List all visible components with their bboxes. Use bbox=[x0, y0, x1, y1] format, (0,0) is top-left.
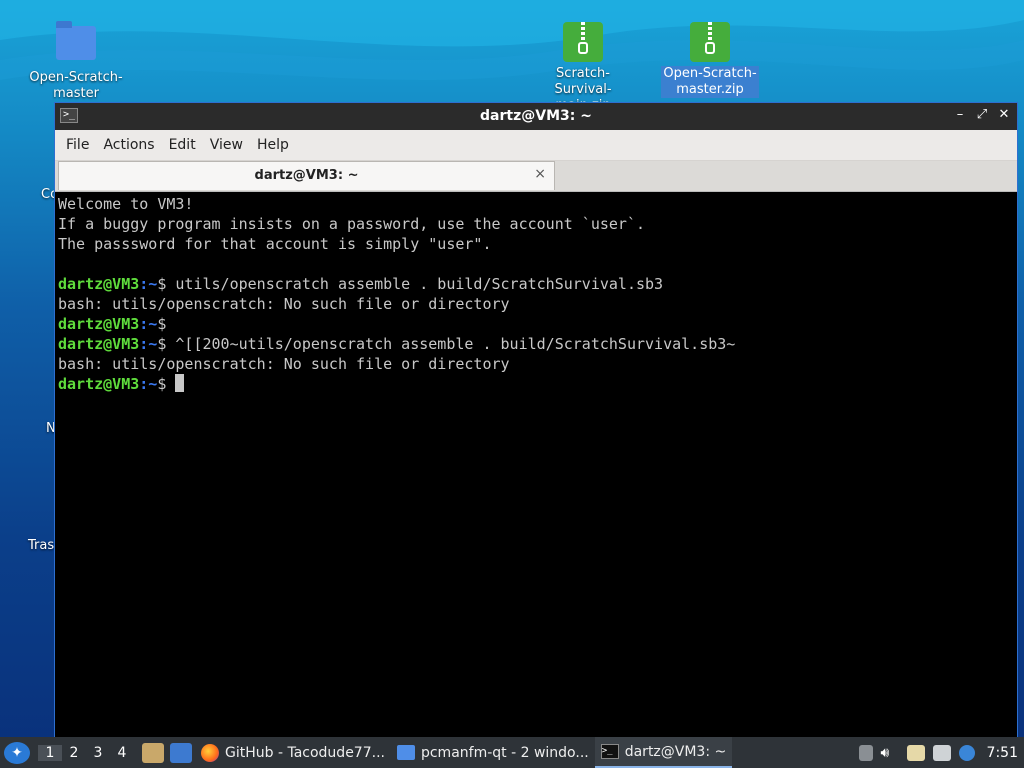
prompt-path: :~ bbox=[139, 275, 158, 293]
command-text: ^[[200~utils/openscratch assemble . buil… bbox=[175, 335, 736, 353]
prompt-path: :~ bbox=[139, 315, 158, 333]
terminal-prompt-line: dartz@VM3:~$ bbox=[58, 314, 1015, 334]
maximize-icon[interactable]: ⤢ bbox=[975, 107, 989, 122]
terminal-output-line: If a buggy program insists on a password… bbox=[58, 215, 645, 233]
terminal-output-line: Welcome to VM3! bbox=[58, 195, 194, 213]
terminal-output-line: bash: utils/openscratch: No such file or… bbox=[58, 355, 510, 373]
system-tray: 🔊︎ 7:51 bbox=[858, 744, 1024, 761]
task-label: GitHub - Tacodude77... bbox=[225, 744, 385, 761]
terminal-prompt-line: dartz@VM3:~$ ^[[200~utils/openscratch as… bbox=[58, 334, 1015, 354]
zip-archive-icon bbox=[563, 22, 603, 62]
prompt-user: dartz@VM3 bbox=[58, 315, 140, 333]
workspace-1[interactable]: 1 bbox=[38, 744, 62, 761]
terminal-output-line: bash: utils/openscratch: No such file or… bbox=[58, 295, 510, 313]
terminal-output-line: The passsword for that account is simply… bbox=[58, 235, 492, 253]
terminal-window[interactable]: >_ dartz@VM3: ~ – ⤢ ✕ File Actions Edit … bbox=[55, 103, 1017, 737]
menu-view[interactable]: View bbox=[203, 137, 250, 153]
menu-actions[interactable]: Actions bbox=[96, 137, 161, 153]
task-file-manager[interactable]: pcmanfm-qt - 2 windo... bbox=[391, 737, 595, 768]
start-menu-icon[interactable]: ✦ bbox=[4, 741, 30, 764]
prompt-path: :~ bbox=[139, 375, 158, 393]
menu-help[interactable]: Help bbox=[250, 137, 296, 153]
close-icon[interactable]: ✕ bbox=[997, 107, 1011, 122]
clock[interactable]: 7:51 bbox=[987, 745, 1018, 761]
desktop-icon-label: Open-Scratch- bbox=[663, 66, 757, 81]
menu-bar: File Actions Edit View Help bbox=[55, 130, 1017, 161]
desktop-icon-label: Open-Scratch- bbox=[29, 70, 123, 85]
zip-archive-icon bbox=[690, 22, 730, 62]
desktop-icon-zip-survival[interactable]: Scratch-Survival-main.zip bbox=[528, 22, 638, 114]
taskbar: ✦ 1 2 3 4 GitHub - Tacodude77... pcmanfm… bbox=[0, 737, 1024, 768]
prompt-symbol: $ bbox=[157, 315, 176, 333]
scroll-up-icon[interactable] bbox=[858, 744, 873, 761]
file-manager-launcher-icon[interactable] bbox=[142, 742, 164, 763]
command-text: utils/openscratch assemble . build/Scrat… bbox=[175, 275, 664, 293]
desktop-icon-label-line2: master bbox=[53, 86, 99, 101]
prompt-symbol: $ bbox=[157, 275, 176, 293]
menu-edit[interactable]: Edit bbox=[162, 137, 203, 153]
desktop-icon-label: Scratch-Survival- bbox=[554, 66, 612, 97]
workspace-2[interactable]: 2 bbox=[62, 745, 86, 761]
terminal-icon: >_ bbox=[600, 744, 619, 759]
window-title: dartz@VM3: ~ bbox=[480, 108, 592, 124]
task-terminal[interactable]: >_ dartz@VM3: ~ bbox=[594, 737, 733, 768]
show-desktop-icon[interactable] bbox=[170, 742, 192, 763]
prompt-user: dartz@VM3 bbox=[58, 335, 140, 353]
desktop-wallpaper-wave bbox=[0, 0, 1024, 80]
clipboard-icon[interactable] bbox=[906, 744, 925, 761]
terminal-prompt-line: dartz@VM3:~$ utils/openscratch assemble … bbox=[58, 274, 1015, 294]
desktop-icon-folder[interactable]: Open-Scratch-master bbox=[21, 21, 131, 102]
text-cursor bbox=[175, 374, 185, 392]
desktop-icon-zip-openscratch[interactable]: Open-Scratch-master.zip bbox=[655, 22, 765, 98]
tab-close-icon[interactable]: × bbox=[534, 166, 546, 182]
tab-terminal[interactable]: dartz@VM3: ~ × bbox=[58, 161, 555, 190]
prompt-path: :~ bbox=[139, 335, 158, 353]
window-controls: – ⤢ ✕ bbox=[953, 107, 1011, 122]
menu-file[interactable]: File bbox=[59, 137, 96, 153]
tab-bar: dartz@VM3: ~ × bbox=[55, 161, 1017, 192]
task-label: pcmanfm-qt - 2 windo... bbox=[420, 744, 589, 761]
task-label: dartz@VM3: ~ bbox=[624, 743, 727, 760]
workspace-3[interactable]: 3 bbox=[86, 745, 110, 761]
tab-label: dartz@VM3: ~ bbox=[254, 168, 359, 183]
network-icon[interactable] bbox=[932, 744, 951, 761]
folder-icon bbox=[396, 745, 415, 760]
prompt-user: dartz@VM3 bbox=[58, 275, 140, 293]
notification-icon[interactable] bbox=[958, 744, 975, 761]
terminal-output[interactable]: Welcome to VM3! If a buggy program insist… bbox=[58, 193, 1015, 737]
prompt-user: dartz@VM3 bbox=[58, 375, 140, 393]
desktop-icon-label-partial[interactable]: Tras bbox=[28, 538, 54, 553]
terminal-prompt-line: dartz@VM3:~$ bbox=[58, 374, 1015, 394]
minimize-icon[interactable]: – bbox=[953, 107, 967, 122]
folder-icon bbox=[56, 21, 96, 60]
task-firefox[interactable]: GitHub - Tacodude77... bbox=[195, 737, 391, 768]
prompt-symbol: $ bbox=[157, 375, 176, 393]
window-titlebar[interactable]: >_ dartz@VM3: ~ – ⤢ ✕ bbox=[55, 103, 1017, 130]
firefox-icon bbox=[201, 743, 219, 762]
workspace-4[interactable]: 4 bbox=[110, 745, 134, 761]
desktop-icon-label-line2: master.zip bbox=[676, 82, 744, 97]
volume-icon[interactable]: 🔊︎ bbox=[881, 745, 899, 761]
prompt-symbol: $ bbox=[157, 335, 176, 353]
